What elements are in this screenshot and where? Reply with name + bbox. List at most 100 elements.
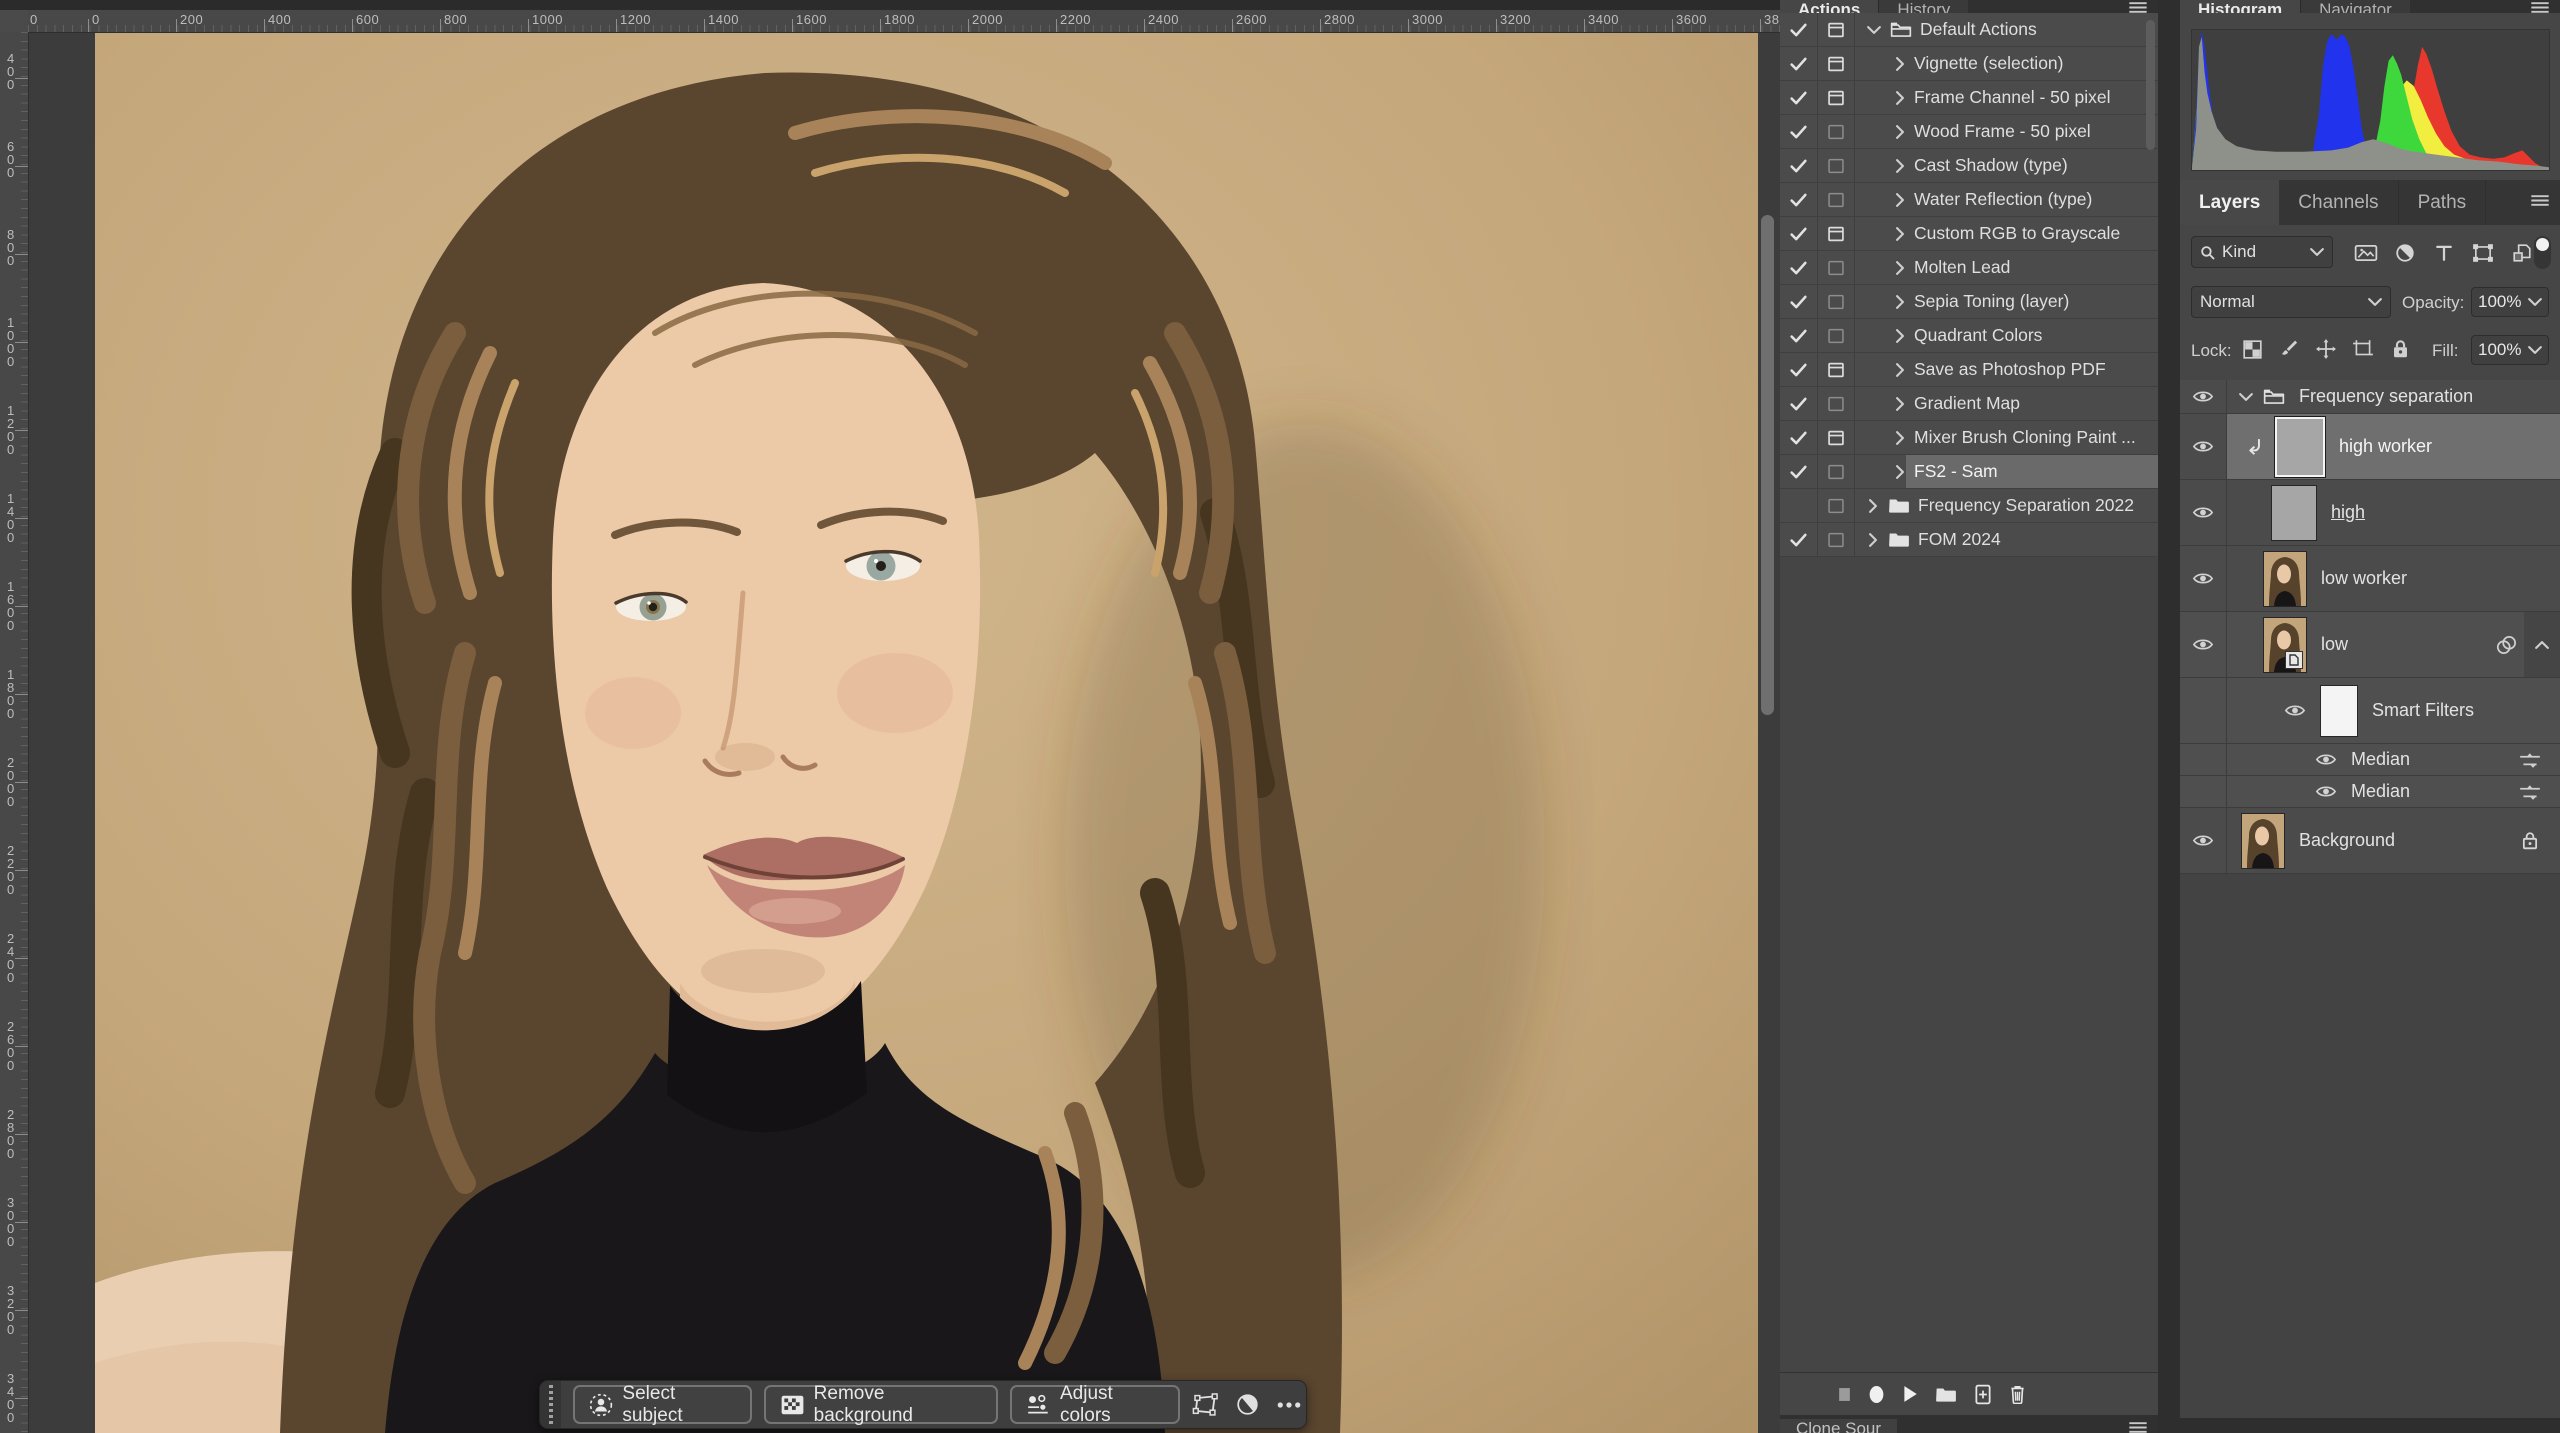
action-row-content[interactable]: FOM 2024 [1855,523,2158,556]
action-include-toggle[interactable] [1780,13,1818,46]
smart-filter-circles-icon[interactable] [2494,635,2520,655]
layer-thumbnail[interactable] [2271,485,2317,541]
layer-row-content[interactable]: high worker [2227,414,2560,479]
layer-row-low-worker[interactable]: low worker [2180,546,2560,612]
blend-mode-dropdown[interactable]: Normal [2191,286,2391,318]
layer-visibility-cell[interactable] [2180,678,2227,743]
action-dialog-toggle[interactable] [1818,285,1855,318]
layer-row-content[interactable]: low worker [2227,546,2560,611]
action-row-content[interactable]: Vignette (selection) [1855,47,2158,80]
tab-channels[interactable]: Channels [2279,180,2398,225]
new-action-button[interactable] [1974,1384,1992,1405]
layer-row-content[interactable]: Frequency separation [2227,380,2560,413]
action-row[interactable]: Cast Shadow (type) [1780,149,2158,183]
action-include-toggle[interactable] [1780,149,1818,182]
panel-menu-icon[interactable] [2530,1,2550,13]
tab-history[interactable]: History [1878,0,1968,13]
actions-scrollbar[interactable] [2146,20,2155,150]
chevron-right-icon[interactable] [1894,193,1906,207]
taskbar-drag-handle-icon[interactable] [540,1381,561,1428]
chevron-right-icon[interactable] [1894,57,1906,71]
layer-thumbnail[interactable] [2241,813,2285,869]
action-dialog-toggle[interactable] [1818,319,1855,352]
layer-thumbnail[interactable] [2320,685,2358,737]
layer-visibility-cell[interactable] [2180,808,2227,873]
chevron-right-icon[interactable] [1894,227,1906,241]
layer-thumbnail[interactable] [2263,551,2307,607]
panel-menu-icon[interactable] [2128,1,2148,13]
action-row[interactable]: Frame Channel - 50 pixel [1780,81,2158,115]
tab-histogram[interactable]: Histogram [2180,0,2300,13]
remove-background-button[interactable]: Remove background [764,1385,998,1424]
filter-blend-icon[interactable] [2518,751,2542,769]
action-dialog-toggle[interactable] [1818,387,1855,420]
layer-name[interactable]: high [2331,502,2365,523]
eye-icon[interactable] [2192,571,2214,586]
stop-button[interactable] [1838,1387,1851,1402]
action-include-toggle[interactable] [1780,421,1818,454]
action-dialog-toggle[interactable] [1818,47,1855,80]
eye-icon[interactable] [2192,389,2214,404]
chevron-right-icon[interactable] [1894,125,1906,139]
layer-row-content[interactable]: low [2227,612,2560,677]
action-dialog-toggle[interactable] [1818,149,1855,182]
action-row-content[interactable]: Mixer Brush Cloning Paint ... [1855,421,2158,454]
adjustment-circle-button[interactable] [1230,1388,1264,1422]
layer-name[interactable]: high worker [2339,436,2432,457]
action-include-toggle[interactable] [1780,183,1818,216]
layer-row-median[interactable]: Median [2180,776,2560,808]
layer-name[interactable]: Background [2299,830,2395,851]
panel-menu-icon[interactable] [2128,1421,2148,1433]
action-row-content[interactable]: Sepia Toning (layer) [1855,285,2158,318]
layer-thumbnail[interactable] [2275,417,2325,477]
action-dialog-toggle[interactable] [1818,421,1855,454]
chevron-right-icon[interactable] [1894,397,1906,411]
filter-blend-icon[interactable] [2518,783,2542,801]
tab-clone-source[interactable]: Clone Sour [1780,1419,1897,1433]
action-row[interactable]: Frequency Separation 2022 [1780,489,2158,523]
action-dialog-toggle[interactable] [1818,523,1855,556]
action-row[interactable]: Vignette (selection) [1780,47,2158,81]
action-dialog-toggle[interactable] [1818,455,1855,488]
chevron-right-icon[interactable] [1894,363,1906,377]
folder-button[interactable] [1935,1386,1957,1403]
tab-layers[interactable]: Layers [2180,180,2279,225]
action-dialog-toggle[interactable] [1818,13,1855,46]
layer-name[interactable]: Median [2351,749,2410,770]
chevron-down-icon[interactable] [1867,25,1881,35]
layer-visibility-cell[interactable] [2180,612,2227,677]
action-row[interactable]: Save as Photoshop PDF [1780,353,2158,387]
eye-icon[interactable] [2192,833,2214,848]
layer-row-content[interactable]: Median [2227,776,2560,807]
layer-visibility-cell[interactable] [2180,414,2227,479]
layer-filter-toggle[interactable] [2534,236,2551,269]
collapse-chevron-icon[interactable] [2535,640,2549,650]
lock-move-button[interactable] [2312,335,2340,363]
vertical-ruler[interactable]: 4 0 06 0 08 0 01 0 0 01 2 0 01 4 0 01 6 … [0,32,29,1433]
chevron-right-icon[interactable] [1894,295,1906,309]
chevron-right-icon[interactable] [1894,465,1906,479]
layer-visibility-cell[interactable] [2180,380,2227,413]
delete-button[interactable] [2009,1384,2026,1404]
action-include-toggle[interactable] [1780,81,1818,114]
action-dialog-toggle[interactable] [1818,353,1855,386]
action-row[interactable]: Sepia Toning (layer) [1780,285,2158,319]
layer-visibility-cell[interactable] [2180,546,2227,611]
layer-visibility-cell[interactable] [2180,744,2227,775]
lock-transparent-button[interactable] [2238,335,2266,363]
chevron-right-icon[interactable] [1894,159,1906,173]
action-row[interactable]: Gradient Map [1780,387,2158,421]
action-include-toggle[interactable] [1780,217,1818,250]
action-row-content[interactable]: Gradient Map [1855,387,2158,420]
action-row[interactable]: Molten Lead [1780,251,2158,285]
canvas-vertical-scrollbar[interactable] [1761,215,1774,715]
adjust-colors-button[interactable]: Adjust colors [1010,1385,1180,1424]
tab-navigator[interactable]: Navigator [2300,0,2410,13]
layer-name[interactable]: low worker [2321,568,2407,589]
panel-menu-icon[interactable] [2530,194,2550,207]
action-dialog-toggle[interactable] [1818,489,1855,522]
action-dialog-toggle[interactable] [1818,217,1855,250]
chevron-right-icon[interactable] [1894,91,1906,105]
layer-row-smart-filters[interactable]: Smart Filters [2180,678,2560,744]
layer-visibility-cell[interactable] [2180,480,2227,545]
